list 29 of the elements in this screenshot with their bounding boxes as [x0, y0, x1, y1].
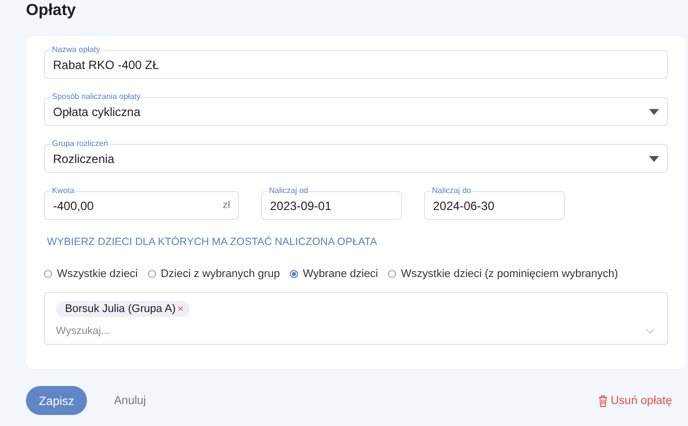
delete-button[interactable]: Usuń opłatę — [598, 394, 672, 406]
radio-option[interactable]: Wszystkie dzieci (z pominięciem wybranych) — [388, 268, 618, 280]
field-value: -400,00 — [53, 198, 94, 212]
field-label: Naliczaj od — [268, 186, 310, 196]
field-label: Naliczaj do — [431, 186, 472, 196]
field-value: Opłata cykliczna — [53, 104, 140, 118]
cancel-button[interactable]: Anuluj — [108, 394, 152, 408]
tag-label: Borsuk Julia (Grupa A) — [65, 303, 176, 315]
caret-icon — [649, 108, 659, 114]
page-title: Opłaty — [26, 2, 77, 21]
caret-icon — [649, 156, 659, 162]
radio-option[interactable]: Dzieci z wybranych grup — [148, 268, 280, 280]
search-placeholder: Wyszukaj... — [56, 325, 110, 337]
field-label: Kwota — [51, 186, 76, 196]
chevron-icon — [645, 328, 655, 334]
trash-icon — [598, 394, 608, 406]
radio-option[interactable]: Wybrane dzieci — [290, 268, 378, 280]
field-value: Rabat RKO -400 ZŁ — [53, 58, 160, 72]
field-value: 2023-09-01 — [270, 198, 332, 212]
multiselect-field[interactable]: Borsuk Julia (Grupa A) × Wyszukaj... — [44, 292, 668, 345]
field-label: Nazwa opłaty — [51, 45, 102, 55]
field-label: Sposób naliczania opłaty — [51, 92, 142, 102]
save-button[interactable]: Zapisz — [26, 386, 87, 415]
field-value: 2024-06-30 — [433, 198, 494, 212]
section-heading: WYBIERZ DZIECI DLA KTÓRYCH MA ZOSTAĆ NALICZONA OPŁATA — [47, 236, 378, 250]
field-label: Grupa rozliczeń — [51, 139, 110, 149]
currency-suffix: zł — [222, 200, 230, 211]
field-value: Rozliczenia — [53, 152, 114, 166]
radio-option[interactable]: Wszystkie dzieci — [44, 268, 138, 280]
